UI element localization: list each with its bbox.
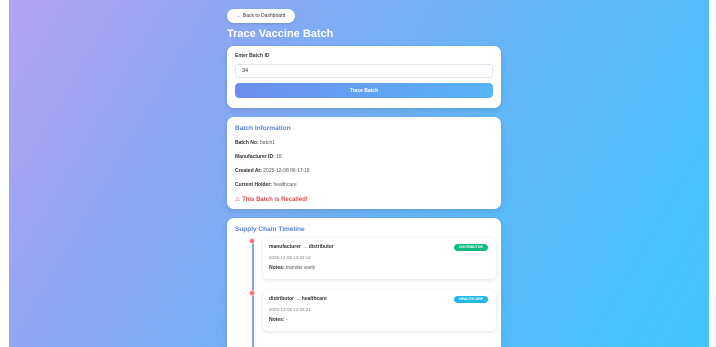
trace-batch-button[interactable]: Trace Batch	[235, 83, 493, 98]
back-to-dashboard-button[interactable]: ← Back to Dashboard	[227, 9, 295, 23]
info-key: Created At:	[235, 168, 262, 174]
info-value: healthcare	[273, 182, 297, 188]
info-key: Current Holder:	[235, 182, 272, 188]
info-value: 18	[276, 154, 282, 160]
notes-value: -	[285, 317, 288, 323]
supply-chain-timeline-card: Supply Chain Timeline manufacturer → dis…	[227, 218, 501, 347]
timeline-event: distributor → healthcare 2025-12-08 13:0…	[263, 290, 496, 331]
page-title: Trace Vaccine Batch	[227, 28, 334, 40]
app-background: ← Back to Dashboard Trace Vaccine Batch …	[9, 0, 709, 347]
holder-badge: distributor	[454, 244, 488, 251]
batch-information-title: Batch Information	[235, 125, 291, 132]
holder-badge: healthcare	[454, 296, 488, 303]
search-card: Enter Batch ID Trace Batch	[227, 46, 501, 108]
event-date: 2025-12-08 13:02:16	[269, 255, 311, 260]
notes-value: transfer early	[285, 265, 316, 271]
info-value: 2025-12-08 06:17:18	[263, 168, 310, 174]
info-row-manufacturer-id: Manufacturer ID: 18	[235, 154, 493, 160]
batch-information-card: Batch Information Batch No: batch1 Manuf…	[227, 117, 501, 209]
batch-id-input[interactable]	[235, 64, 493, 78]
info-value: batch1	[260, 140, 276, 146]
info-row-batch-no: Batch No: batch1	[235, 140, 493, 146]
timeline-title: Supply Chain Timeline	[235, 226, 305, 233]
info-row-current-holder: Current Holder: healthcare	[235, 182, 493, 188]
event-notes: Notes: -	[269, 317, 490, 323]
notes-key: Notes:	[269, 265, 285, 271]
info-key: Manufacturer ID:	[235, 154, 275, 160]
warning-icon: ⚠	[235, 197, 241, 203]
event-date: 2025-12-08 13:06:21	[269, 307, 311, 312]
notes-key: Notes:	[269, 317, 285, 323]
timeline-dot	[249, 238, 255, 244]
event-notes: Notes: transfer early	[269, 265, 490, 271]
recall-warning: ⚠ This Batch is Recalled!	[235, 196, 493, 203]
info-row-created-at: Created At: 2025-12-08 06:17:18	[235, 168, 493, 174]
info-key: Batch No:	[235, 140, 259, 146]
timeline-event: manufacturer → distributor 2025-12-08 13…	[263, 238, 496, 279]
timeline-dot	[249, 290, 255, 296]
recall-text: This Batch is Recalled!	[242, 197, 308, 203]
batch-id-label: Enter Batch ID	[235, 53, 270, 59]
